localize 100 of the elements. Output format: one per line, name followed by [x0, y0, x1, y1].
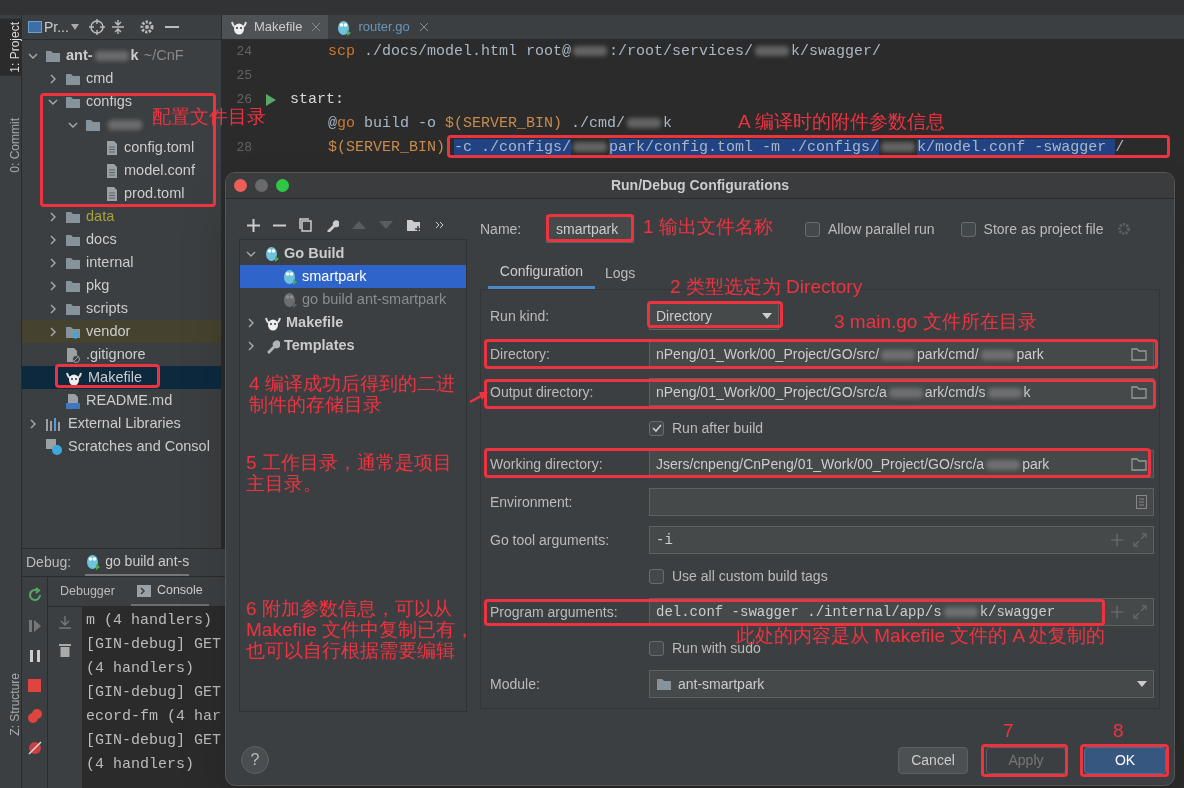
minimize-icon [255, 179, 268, 192]
folder-icon [65, 255, 81, 270]
folder-icon [65, 278, 81, 293]
folder-icon [1131, 347, 1147, 361]
up-icon [352, 221, 366, 229]
breakpoints-icon [26, 708, 43, 724]
tree-item[interactable]: Go Build [240, 242, 466, 265]
tree-item[interactable]: data [22, 205, 119, 228]
tree-item[interactable]: docs [22, 228, 121, 251]
expand-icon [1133, 605, 1147, 619]
input-field[interactable]: -i [649, 526, 1154, 554]
project-view-dropdown[interactable]: Pr... [28, 16, 79, 38]
editor-tab[interactable]: Makefile [222, 15, 329, 39]
tree-item[interactable]: model.conf [22, 159, 199, 182]
annotation-text: 1 输出文件名称 [643, 216, 774, 237]
folder-icon [65, 301, 81, 316]
tree-item[interactable]: smartpark [240, 265, 466, 288]
line-number: 26 [236, 92, 252, 108]
folder-icon [1131, 385, 1147, 399]
minimize-icon [164, 25, 179, 29]
code-line: scp ./docs/model.html root@ :/root/services/ k/swagger/ [328, 41, 882, 62]
document-icon [1136, 495, 1147, 509]
tool-window-tab[interactable]: Z: Structure [0, 670, 22, 739]
checkbox[interactable]: Store as project file [960, 218, 1104, 240]
markdown-file-icon [65, 392, 81, 409]
button[interactable]: Cancel [898, 746, 968, 774]
help-button[interactable]: ? [241, 746, 269, 774]
bar-chart-icon [45, 416, 63, 431]
folder-icon [45, 48, 61, 63]
tab[interactable]: Logs [595, 257, 646, 289]
gopher-icon [282, 291, 298, 308]
dropdown[interactable]: ant-smartpark [649, 670, 1154, 698]
annotation-text: 3 main.go 文件所在目录 [834, 311, 1038, 332]
tree-item[interactable]: configs [22, 90, 136, 113]
path-field[interactable]: nPeng/01_Work/00_Project/GO/src/a ark/cmd/s k [649, 378, 1154, 406]
tree-item[interactable]: ant- k ~/CnF [22, 44, 188, 67]
redacted-block [573, 141, 608, 152]
console-line: [GIN-debug] GET [85, 683, 223, 703]
animal-head-icon [230, 19, 248, 35]
line-number: 28 [236, 140, 252, 156]
redacted-block [986, 459, 1021, 470]
annotation-text: 4 编译成功后得到的二进制件的存储目录 [249, 373, 456, 415]
console-line: (4 handlers) [85, 755, 196, 775]
folder-icon [65, 209, 81, 224]
window-icon [28, 21, 42, 33]
tree-item[interactable]: internal [22, 251, 138, 274]
tool-window-tab[interactable]: 0: Commit [0, 115, 22, 176]
tree-item[interactable]: Templates [240, 334, 466, 357]
pause-icon [28, 649, 41, 663]
annotation-arrow [469, 392, 488, 404]
annotation-text: 6 附加参数信息，可以从Makefile 文件中复制已有，也可以自行根据需要编辑 [246, 598, 476, 661]
checkbox[interactable]: Use all custom build tags [649, 565, 828, 587]
editor-tab[interactable]: router.go [328, 15, 436, 39]
folder-icon [65, 71, 81, 86]
checkbox[interactable]: Run after build [649, 417, 764, 439]
tree-item[interactable]: README.md [22, 389, 177, 412]
tab[interactable]: Configuration [488, 257, 595, 289]
tree-item[interactable]: .gitignore [22, 343, 150, 366]
folder-icon [85, 117, 101, 132]
tree-item[interactable]: scripts [22, 297, 132, 320]
expand-icon [1133, 533, 1147, 547]
down-icon [379, 221, 393, 229]
tree-item[interactable]: External Libraries [22, 412, 185, 435]
folder-icon [656, 677, 672, 691]
redacted-block [943, 606, 978, 617]
field-label: Run kind: [490, 306, 551, 326]
tree-item[interactable]: config.toml [22, 136, 199, 159]
panel-title: Debug: [26, 553, 72, 572]
plus-icon [1111, 534, 1123, 546]
checkbox[interactable]: Allow parallel run [805, 218, 935, 240]
tree-item[interactable]: Scratches and Consol [22, 435, 214, 458]
gopher-icon [264, 245, 280, 262]
tree-item[interactable]: prod.toml [22, 182, 189, 205]
settings-icon [1117, 222, 1132, 236]
redacted-block [881, 141, 916, 152]
tree-item[interactable]: pkg [22, 274, 114, 297]
field-label: Name: [480, 219, 523, 239]
window-title: Run/Debug Configurations [610, 176, 790, 195]
mute-breakpoints-icon [26, 740, 43, 756]
debug-tab[interactable]: Debugger [54, 577, 121, 606]
redacted-block [627, 117, 662, 128]
folder-icon [65, 232, 81, 247]
environment-field[interactable] [649, 488, 1154, 516]
console-icon [136, 584, 151, 597]
redacted-block [755, 45, 790, 56]
annotation-text: 5 工作目录，通常是项目主目录。 [246, 452, 453, 494]
field-label: Program arguments: [490, 602, 619, 622]
code-line: start: [290, 89, 344, 110]
tree-item[interactable]: cmd [22, 67, 118, 90]
checkmark-icon [651, 424, 662, 432]
button[interactable]: OK [1084, 746, 1166, 774]
tree-item[interactable]: Makefile [240, 311, 466, 334]
field-label: Module: [490, 674, 541, 694]
folder-icon [65, 324, 81, 339]
resume-icon [27, 619, 42, 633]
field-label: Environment: [490, 492, 574, 512]
folder-icon [1131, 457, 1147, 471]
tree-item[interactable]: vendor [22, 320, 221, 343]
tool-window-tab[interactable]: 1: Project [0, 19, 22, 76]
close-icon [312, 23, 321, 31]
